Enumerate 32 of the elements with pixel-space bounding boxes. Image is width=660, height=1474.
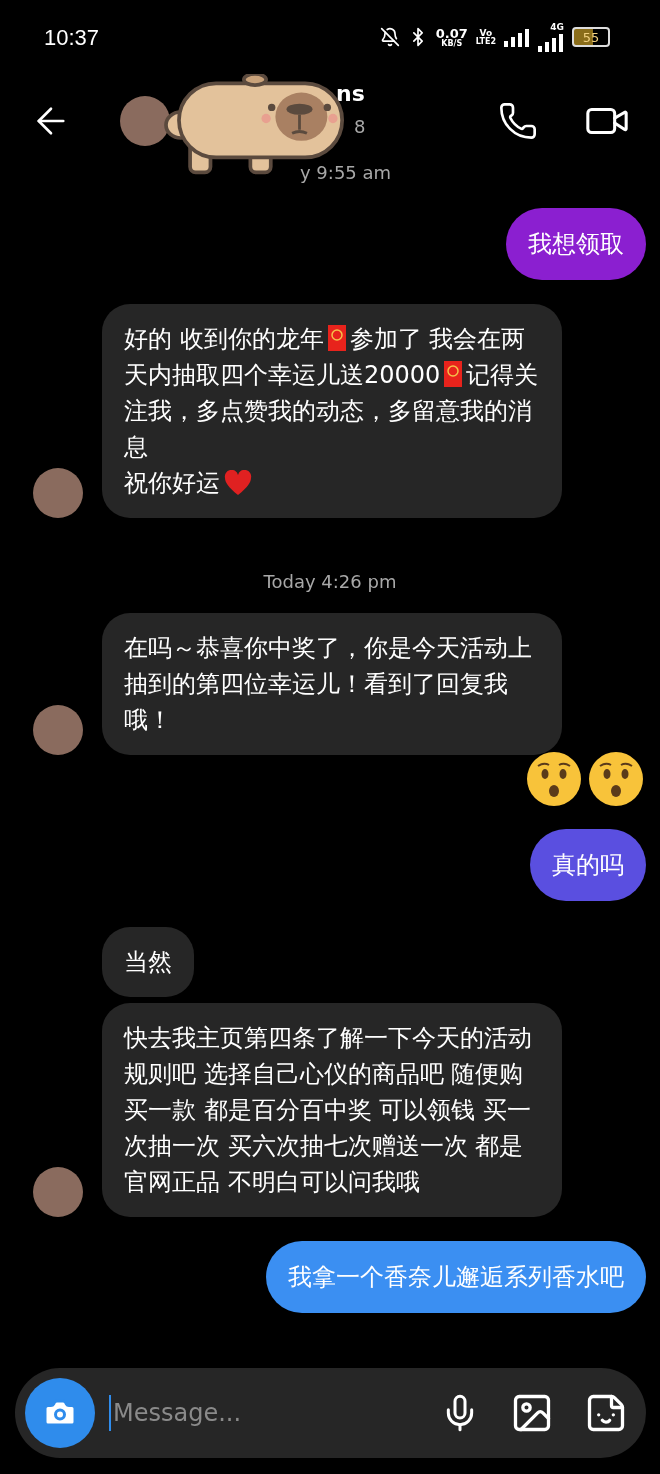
avatar[interactable]: [33, 705, 83, 755]
received-message: 快去我主页第四条了解一下今天的活动规则吧 选择自己心仪的商品吧 随便购买一款 都是百分百中奖 可以领钱 买一次抽一次 买六次抽七次赠送一次 都是官网正品 不明白可以问我哦: [102, 1003, 562, 1217]
envelope-icon: [327, 325, 346, 351]
received-message: 在吗～恭喜你中奖了，你是今天活动上抽到的第四位幸运儿！看到了回复我哦！: [102, 613, 562, 755]
received-message: 当然: [102, 927, 194, 997]
sent-message: 我拿一个香奈儿邂逅系列香水吧: [266, 1241, 646, 1313]
timestamp: Today 4:26 pm: [263, 570, 397, 594]
network-speed-unit: KB/S: [441, 39, 463, 48]
username-fragment: 8: [354, 115, 366, 139]
surprised-face-icon: [588, 751, 644, 807]
surprised-face-icon: [526, 751, 582, 807]
contact-name-fragment: ns: [336, 80, 365, 108]
envelope-icon: [444, 361, 463, 387]
active-status: y 9:55 am: [300, 161, 392, 185]
heart-icon: [224, 470, 252, 496]
mute-icon: [379, 27, 400, 47]
network-speed: 0.07: [435, 26, 468, 40]
message-input[interactable]: Message...: [109, 1395, 440, 1431]
received-message: 好的 收到你的龙年 参加了 我会在两天内抽取四个幸运儿送20000 记得关注我，多点赞我的动态，多留意我的消息 祝你好运: [102, 304, 562, 518]
avatar[interactable]: [33, 468, 83, 518]
avatar[interactable]: [33, 1167, 83, 1217]
signal-icon: [504, 27, 530, 47]
volte-label: LTE2: [475, 37, 496, 46]
camera-button[interactable]: [25, 1378, 95, 1448]
sent-message: 我想领取: [506, 208, 646, 280]
network-type: 4G: [550, 22, 564, 32]
volte-label: Vo: [479, 28, 493, 38]
profile-avatar[interactable]: [120, 96, 170, 146]
sent-message: 真的吗: [530, 829, 646, 901]
clock: 10:37: [44, 23, 100, 52]
call-button[interactable]: [498, 101, 538, 141]
signal-icon: [538, 31, 564, 52]
